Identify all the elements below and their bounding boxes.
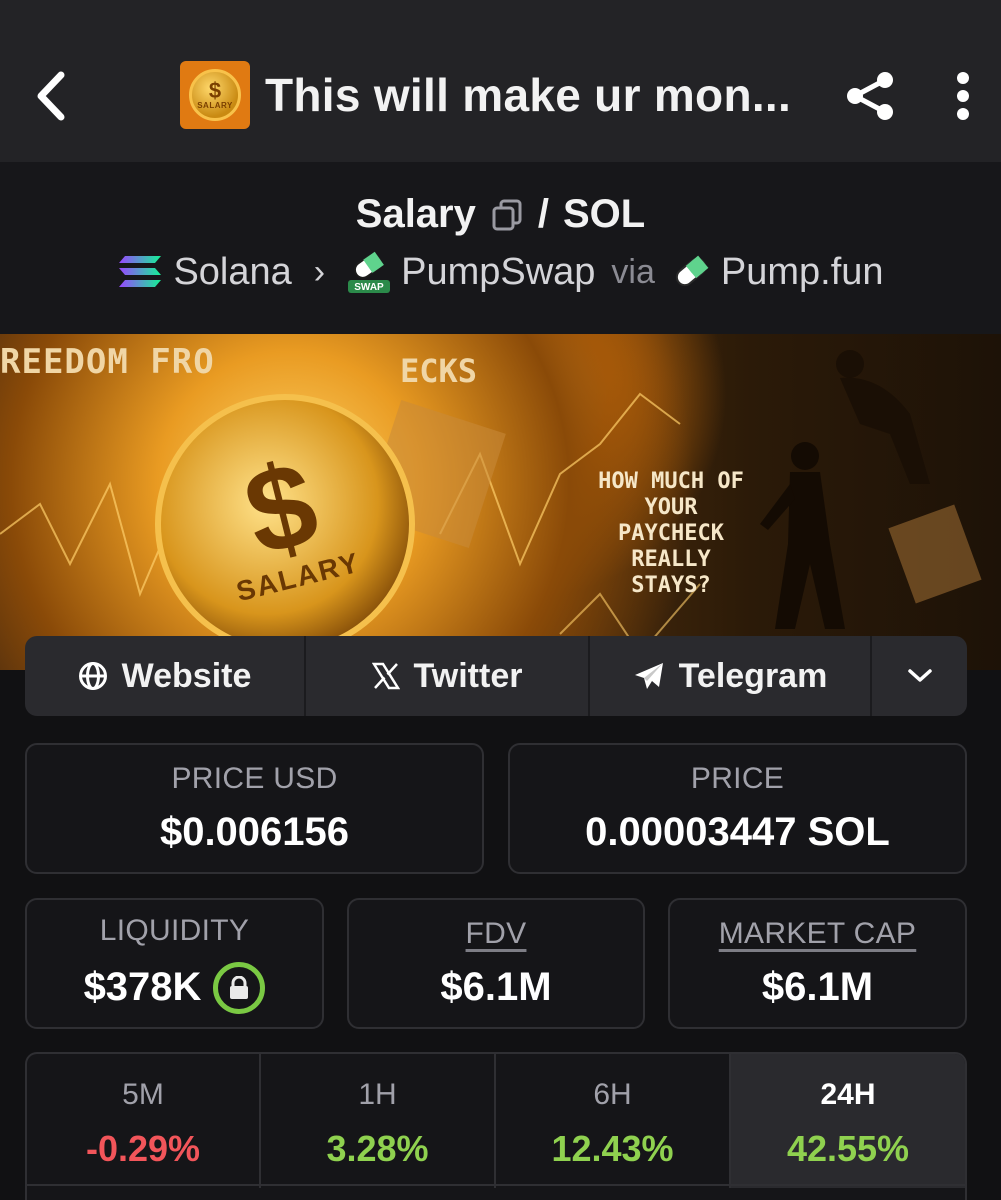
telegram-label: Telegram (678, 656, 828, 695)
telegram-send-icon (634, 663, 663, 689)
tab-1h-label: 1H (358, 1078, 397, 1111)
tab-5m-change: -0.29% (85, 1128, 201, 1169)
price-change-tabs: 5M -0.29% 1H 3.28% 6H 12.43% 24H 42.55% (25, 1052, 967, 1200)
banner-question-text: HOW MUCH OF YOUR PAYCHECK REALLY STAYS? (598, 469, 744, 598)
copy-icon (492, 199, 522, 230)
liquidity-label: LIQUIDITY (99, 913, 250, 947)
price-sol-card: PRICE 0.00003447 SOL (508, 743, 967, 874)
tab-1h[interactable]: 1H 3.28% (261, 1054, 496, 1188)
liquidity-value-row: $378K (83, 961, 266, 1014)
launchpad-link[interactable]: Pump.fun (721, 251, 884, 294)
website-link[interactable]: Website (25, 636, 306, 716)
price-usd-value: $0.006156 (159, 810, 350, 854)
banner-figure-silhouette-2 (760, 442, 845, 629)
dex-link[interactable]: PumpSwap (401, 251, 595, 294)
share-icon (847, 72, 893, 120)
app-bar: $ SALARY This will make ur mon... (0, 0, 1001, 162)
social-links-bar: Website Twitter Telegram (25, 636, 967, 716)
x-logo-icon (371, 662, 400, 690)
via-label: via (611, 252, 655, 291)
more-options-button[interactable] (940, 62, 986, 130)
price-usd-label: PRICE USD (171, 762, 338, 795)
chevron-right-icon: › (313, 252, 326, 291)
more-vertical-icon (957, 72, 969, 120)
chain-dex-row: Solana › SWAP PumpSwap via Pump.fun (0, 250, 1001, 294)
base-token-name: Salary (355, 192, 476, 236)
fdv-value: $6.1M (440, 965, 552, 1009)
telegram-link[interactable]: Telegram (590, 636, 872, 716)
fdv-card[interactable]: FDV $6.1M (347, 898, 645, 1029)
pair-separator: / (537, 192, 549, 236)
chevron-down-icon (907, 669, 932, 682)
tab-24h-change: 42.55% (786, 1128, 910, 1169)
market-cap-value: $6.1M (761, 965, 874, 1009)
liquidity-card: LIQUIDITY $378K (25, 898, 324, 1029)
tabs-divider (25, 1184, 967, 1186)
pair-name-row: Salary / SOL (0, 192, 1001, 237)
pumpswap-icon: SWAP (347, 250, 391, 294)
chain-link[interactable]: Solana (173, 251, 291, 294)
tab-6h-change: 12.43% (551, 1128, 674, 1169)
liquidity-lock-button[interactable] (213, 961, 266, 1014)
copy-address-button[interactable] (490, 198, 524, 232)
tab-24h[interactable]: 24H 42.55% (731, 1054, 965, 1188)
tab-5m-label: 5M (122, 1078, 164, 1111)
token-logo: $ SALARY (180, 61, 250, 129)
dex-badge: SWAP (354, 282, 384, 293)
back-button[interactable] (22, 60, 78, 132)
tab-5m[interactable]: 5M -0.29% (27, 1054, 261, 1188)
more-links-dropdown[interactable] (872, 636, 967, 716)
share-button[interactable] (838, 62, 904, 130)
token-banner-image: REEDOM FRO ECKS $ SALARY HOW MUCH OF YOU… (0, 334, 1001, 670)
fdv-label: FDV (465, 917, 527, 950)
market-cap-label: MARKET CAP (718, 917, 917, 950)
lock-icon (230, 975, 249, 999)
globe-icon (78, 662, 107, 690)
tab-6h[interactable]: 6H 12.43% (496, 1054, 731, 1188)
twitter-link[interactable]: Twitter (306, 636, 590, 716)
price-sol-label: PRICE (690, 762, 785, 795)
market-cap-card[interactable]: MARKET CAP $6.1M (668, 898, 967, 1029)
tab-24h-label: 24H (820, 1078, 876, 1111)
chevron-left-icon (37, 71, 65, 121)
pump-fun-icon (671, 252, 711, 292)
liquidity-value: $378K (83, 965, 202, 1009)
tab-6h-label: 6H (593, 1078, 632, 1111)
quote-token-name: SOL (563, 192, 646, 236)
twitter-label: Twitter (413, 656, 523, 695)
token-logo-symbol: $ (208, 77, 222, 103)
price-usd-card: PRICE USD $0.006156 (25, 743, 484, 874)
token-logo-text: SALARY (197, 100, 233, 110)
solana-icon (117, 254, 163, 290)
page-title: This will make ur mon... (265, 69, 792, 121)
tab-1h-change: 3.28% (326, 1128, 429, 1169)
banner-coin-symbol: $ (232, 435, 330, 582)
website-label: Website (121, 656, 252, 695)
price-sol-value: 0.00003447 SOL (585, 810, 890, 854)
pair-header: Salary / SOL Solana › SWAP PumpSwap via … (0, 162, 1001, 334)
